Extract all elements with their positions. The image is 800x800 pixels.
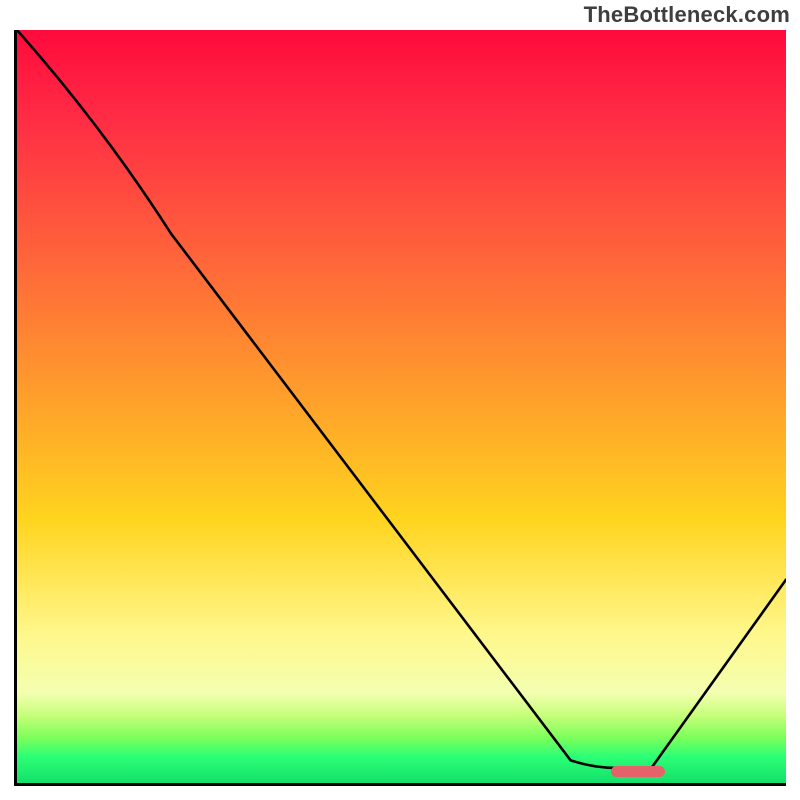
chart-canvas: TheBottleneck.com: [0, 0, 800, 800]
plot-area: [14, 30, 786, 786]
optimal-range-marker: [611, 766, 665, 777]
watermark-text: TheBottleneck.com: [584, 2, 790, 28]
bottleneck-curve: [17, 30, 786, 783]
curve-path: [17, 30, 786, 768]
